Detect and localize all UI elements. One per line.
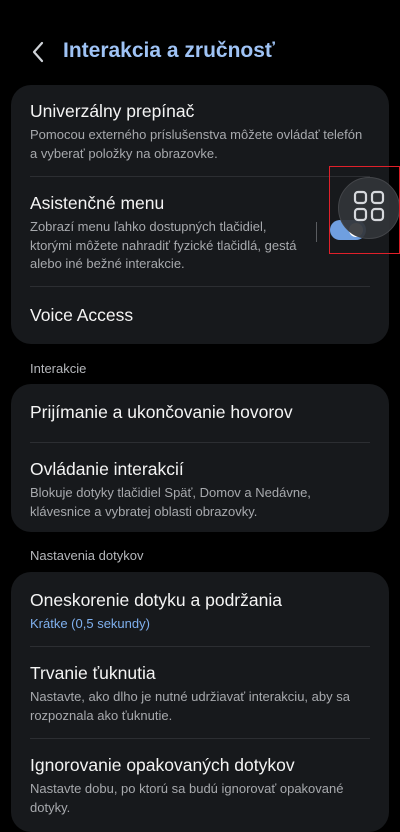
list-item-tap-duration[interactable]: Trvanie ťuknutia Nastavte, ako dlho je n… — [11, 661, 389, 725]
card-interactions: Prijímanie a ukončovanie hovorov Ovládan… — [11, 384, 389, 532]
divider — [30, 738, 370, 739]
item-title: Ovládanie interakcií — [30, 459, 184, 479]
divider — [30, 442, 370, 443]
section-label-interactions: Interakcie — [30, 361, 87, 376]
item-subtitle: Zobrazí menu ľahko dostupných tlačidiel,… — [30, 219, 297, 271]
item-title: Ignorovanie opakovaných dotykov — [30, 755, 295, 775]
list-item-answering-calls[interactable]: Prijímanie a ukončovanie hovorov — [11, 400, 389, 424]
list-item-touch-hold-delay[interactable]: Oneskorenie dotyku a podržania Krátke (0… — [11, 588, 389, 634]
highlight-box — [329, 166, 400, 254]
section-label-touch-settings: Nastavenia dotykov — [30, 548, 144, 563]
item-subtitle: Nastavte, ako dlho je nutné udržiavať in… — [30, 689, 350, 723]
page-title: Interakcia a zručnosť — [63, 39, 275, 62]
item-value: Krátke (0,5 sekundy) — [30, 616, 150, 631]
item-subtitle: Blokuje dotyky tlačidiel Späť, Domov a N… — [30, 485, 311, 519]
back-button[interactable] — [22, 36, 54, 68]
item-subtitle: Pomocou externého príslušenstva môžete o… — [30, 127, 363, 161]
item-subtitle: Nastavte dobu, po ktorú sa budú ignorova… — [30, 781, 344, 815]
divider — [30, 646, 370, 647]
item-title: Univerzálny prepínač — [30, 101, 195, 121]
list-item-assistant-menu[interactable]: Asistenčné menu Zobrazí menu ľahko dostu… — [11, 191, 311, 274]
card-touch-settings: Oneskorenie dotyku a podržania Krátke (0… — [11, 572, 389, 832]
list-item-ignore-repeated-touches[interactable]: Ignorovanie opakovaných dotykov Nastavte… — [11, 753, 389, 817]
list-item-switch-access[interactable]: Univerzálny prepínač Pomocou externého p… — [11, 99, 389, 163]
item-title: Asistenčné menu — [30, 193, 165, 213]
list-item-interaction-control[interactable]: Ovládanie interakcií Blokuje dotyky tlač… — [11, 457, 389, 521]
chevron-left-icon — [32, 41, 44, 63]
toggle-separator — [316, 222, 317, 242]
divider — [30, 176, 370, 177]
item-title: Voice Access — [30, 305, 134, 325]
divider — [30, 286, 370, 287]
item-title: Oneskorenie dotyku a podržania — [30, 590, 282, 610]
list-item-voice-access[interactable]: Voice Access — [11, 303, 389, 327]
item-title: Trvanie ťuknutia — [30, 663, 156, 683]
item-title: Prijímanie a ukončovanie hovorov — [30, 402, 293, 422]
